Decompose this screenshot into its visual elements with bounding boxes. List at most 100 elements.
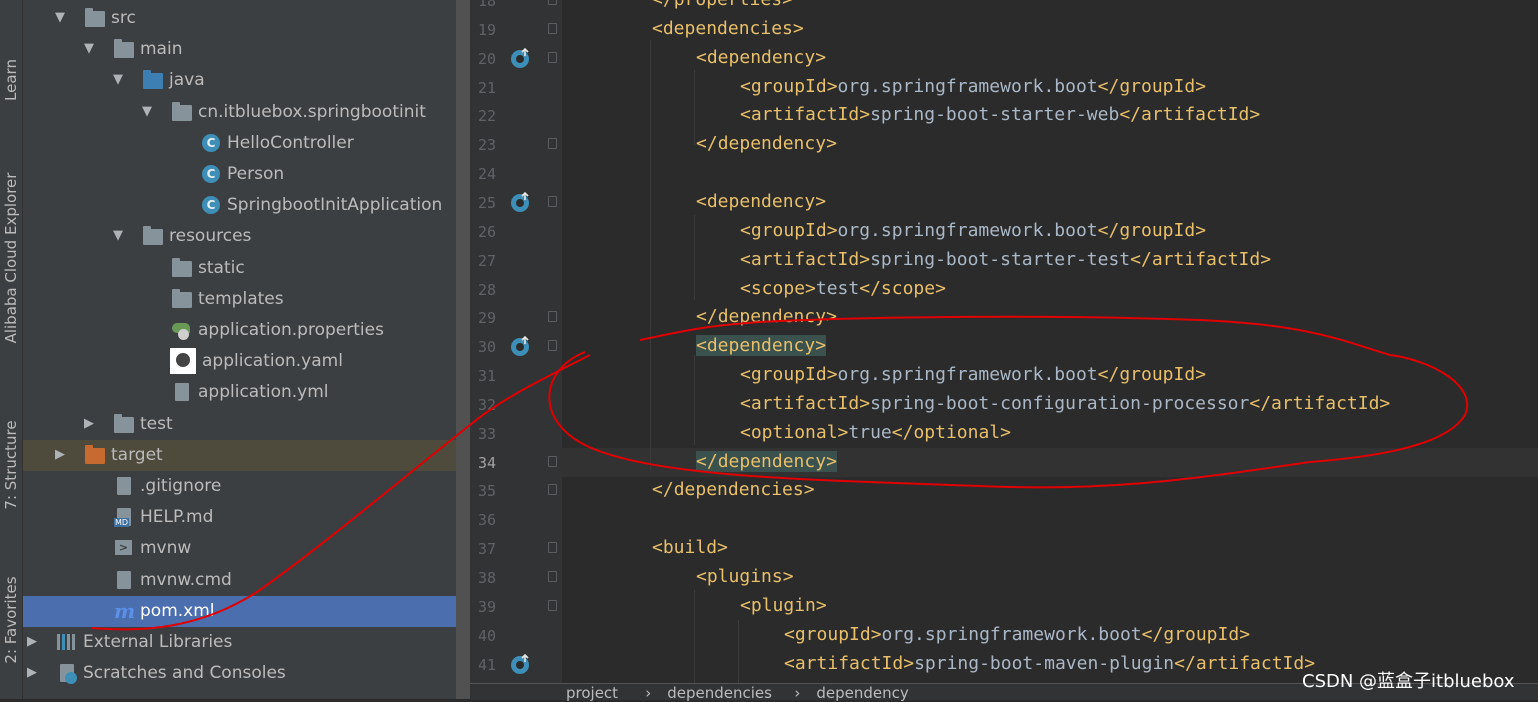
code-line[interactable]: <build>: [562, 534, 1538, 563]
code-line[interactable]: <plugin>: [562, 592, 1538, 621]
code-line[interactable]: <dependency>: [562, 188, 1538, 217]
gutter-line: 40: [470, 621, 562, 650]
expand-arrow-icon[interactable]: ▼: [140, 104, 154, 119]
text-file-icon: [114, 570, 134, 590]
fold-marker-icon[interactable]: [548, 22, 557, 34]
fold-marker-icon[interactable]: [548, 138, 557, 150]
expand-arrow-icon[interactable]: ▼: [82, 41, 96, 56]
code-line[interactable]: </dependency>: [562, 303, 1538, 332]
breadcrumb-item[interactable]: dependency: [816, 686, 908, 701]
fold-marker-icon[interactable]: [548, 484, 557, 496]
tree-row[interactable]: ▶ Scratches and Consoles: [23, 658, 456, 689]
code-line[interactable]: <optional>true</optional>: [562, 419, 1538, 448]
tab-structure[interactable]: 7: Structure: [0, 405, 22, 525]
code-line[interactable]: <groupId>org.springframework.boot</group…: [562, 73, 1538, 102]
code-line[interactable]: <dependency>: [562, 44, 1538, 73]
fold-marker-icon[interactable]: [548, 542, 557, 554]
collapse-arrow-icon[interactable]: ▶: [82, 416, 96, 431]
collapse-arrow-icon[interactable]: ▶: [25, 634, 39, 649]
project-tree[interactable]: ▼ src ▼ main ▼ java ▼ cn.itbluebox.springbootin…: [23, 0, 469, 699]
fold-marker-icon[interactable]: [548, 455, 557, 467]
expand-arrow-icon[interactable]: ▼: [111, 72, 125, 87]
gutter-line: 27: [470, 246, 562, 275]
code-line[interactable]: </dependency>: [562, 447, 1538, 477]
expand-arrow-icon[interactable]: ▼: [53, 10, 67, 25]
fold-marker-icon[interactable]: [548, 599, 557, 611]
expand-arrow-icon[interactable]: ▼: [111, 228, 125, 243]
code-text: <optional>true</optional>: [740, 421, 1011, 443]
fold-marker-icon[interactable]: [548, 571, 557, 582]
tree-row[interactable]: ▼ main: [23, 34, 456, 65]
tree-row[interactable]: static: [23, 253, 456, 284]
tree-row[interactable]: ▶ External Libraries: [23, 627, 456, 658]
code-line[interactable]: <artifactId>spring-boot-starter-test</ar…: [562, 246, 1538, 275]
breadcrumb-item[interactable]: project: [566, 686, 618, 701]
gutter-line: 19: [470, 15, 562, 44]
override-marker-icon[interactable]: [510, 47, 530, 68]
tree-row[interactable]: MD HELP.md: [23, 502, 456, 533]
gutter-line: 18: [470, 0, 562, 15]
code-text: <scope>test</scope>: [740, 277, 946, 299]
panel-splitter[interactable]: [456, 0, 470, 699]
line-number: 40: [478, 626, 497, 645]
code-text: </dependency>: [696, 133, 837, 155]
tab-alibaba-cloud-explorer[interactable]: Alibaba Cloud Explorer: [0, 148, 22, 368]
code-line[interactable]: <dependencies>: [562, 15, 1538, 44]
tree-row[interactable]: application.yml: [23, 377, 456, 408]
tree-row[interactable]: templates: [23, 284, 456, 315]
tree-item-label: pom.xml: [140, 600, 215, 621]
tab-favorites[interactable]: 2: Favorites: [0, 560, 22, 680]
override-marker-icon[interactable]: [510, 336, 530, 357]
tree-row[interactable]: ▼ java: [23, 65, 456, 96]
fold-marker-icon[interactable]: [548, 0, 557, 5]
code-line[interactable]: <artifactId>spring-boot-starter-web</art…: [562, 101, 1538, 130]
override-marker-icon[interactable]: [510, 191, 530, 212]
line-number: 22: [478, 107, 497, 126]
tree-row[interactable]: m pom.xml: [23, 595, 469, 627]
tree-row[interactable]: > mvnw: [23, 533, 456, 564]
fold-marker-icon[interactable]: [548, 195, 557, 207]
code-line[interactable]: <artifactId>spring-boot-configuration-pr…: [562, 390, 1538, 419]
tree-row[interactable]: C Person: [23, 159, 456, 190]
code-text: <groupId>org.springframework.boot</group…: [784, 623, 1251, 645]
code-line[interactable]: <scope>test</scope>: [562, 275, 1538, 304]
code-editor[interactable]: 18 19 20 21 22 23 24 25 26 27 28 29 30 31 32 33 34 35 36 37…: [470, 0, 1538, 699]
tree-row[interactable]: ▶ target: [23, 439, 469, 471]
code-line[interactable]: <dependency>: [562, 332, 1538, 361]
gutter-line: 41: [470, 650, 562, 679]
tree-row[interactable]: .gitignore: [23, 471, 456, 502]
collapse-arrow-icon[interactable]: ▶: [25, 665, 39, 680]
collapse-arrow-icon[interactable]: ▶: [53, 447, 67, 462]
tab-learn[interactable]: Learn: [0, 40, 22, 120]
gutter-line: 26: [470, 217, 562, 246]
tree-row[interactable]: application.properties: [23, 315, 456, 346]
code-line[interactable]: [562, 505, 1538, 534]
tree-row[interactable]: C HelloController: [23, 128, 456, 159]
code-line[interactable]: <groupId>org.springframework.boot</group…: [562, 621, 1538, 650]
tool-window-strip: Learn Alibaba Cloud Explorer 7: Structur…: [0, 0, 23, 699]
tree-row[interactable]: mvnw.cmd: [23, 565, 456, 596]
tree-row[interactable]: ▼ resources: [23, 221, 456, 252]
fold-marker-icon[interactable]: [548, 311, 557, 323]
tree-row[interactable]: application.yaml: [23, 346, 456, 377]
gutter-line: 29: [470, 303, 562, 332]
code-line[interactable]: </properties>: [562, 0, 1538, 15]
tree-item-label: application.properties: [198, 320, 384, 340]
code-line[interactable]: <groupId>org.springframework.boot</group…: [562, 217, 1538, 246]
tree-row[interactable]: C SpringbootInitApplication: [23, 190, 456, 221]
code-line[interactable]: </dependencies>: [562, 476, 1538, 505]
breadcrumb-item[interactable]: dependencies: [667, 686, 772, 701]
code-line[interactable]: <plugins>: [562, 563, 1538, 592]
code-line[interactable]: [562, 159, 1538, 188]
code-line[interactable]: <groupId>org.springframework.boot</group…: [562, 361, 1538, 390]
tree-row[interactable]: ▼ src: [23, 3, 456, 34]
override-marker-icon[interactable]: [510, 653, 530, 674]
fold-marker-icon[interactable]: [548, 340, 557, 352]
tree-item-label: templates: [198, 288, 284, 309]
fold-marker-icon[interactable]: [548, 51, 557, 63]
yaml-avatar-icon: [170, 348, 196, 375]
libraries-icon: [57, 633, 77, 652]
tree-row[interactable]: ▼ cn.itbluebox.springbootinit: [23, 97, 456, 128]
tree-row[interactable]: ▶ test: [23, 409, 456, 440]
code-line[interactable]: </dependency>: [562, 130, 1538, 159]
